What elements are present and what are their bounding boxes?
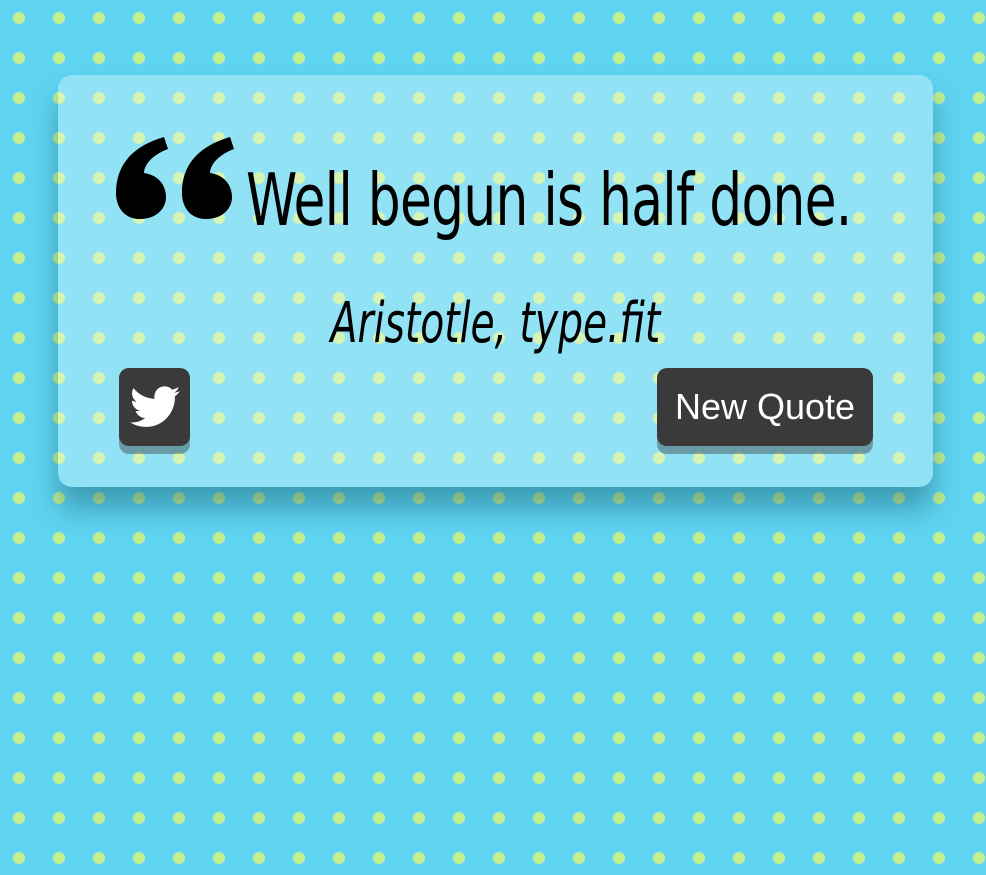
- quote-text: Well begun is half done.: [246, 158, 852, 242]
- twitter-icon: [129, 386, 180, 427]
- new-quote-button[interactable]: New Quote: [657, 368, 873, 446]
- quote-author: Aristotle, type.fit: [58, 289, 933, 359]
- quote-box: Well begun is half done. Aristotle, type…: [58, 75, 933, 487]
- quote-left-icon: [116, 137, 234, 219]
- quote-author-text: Aristotle, type.fit: [330, 291, 661, 356]
- tweet-quote-button[interactable]: [119, 368, 190, 446]
